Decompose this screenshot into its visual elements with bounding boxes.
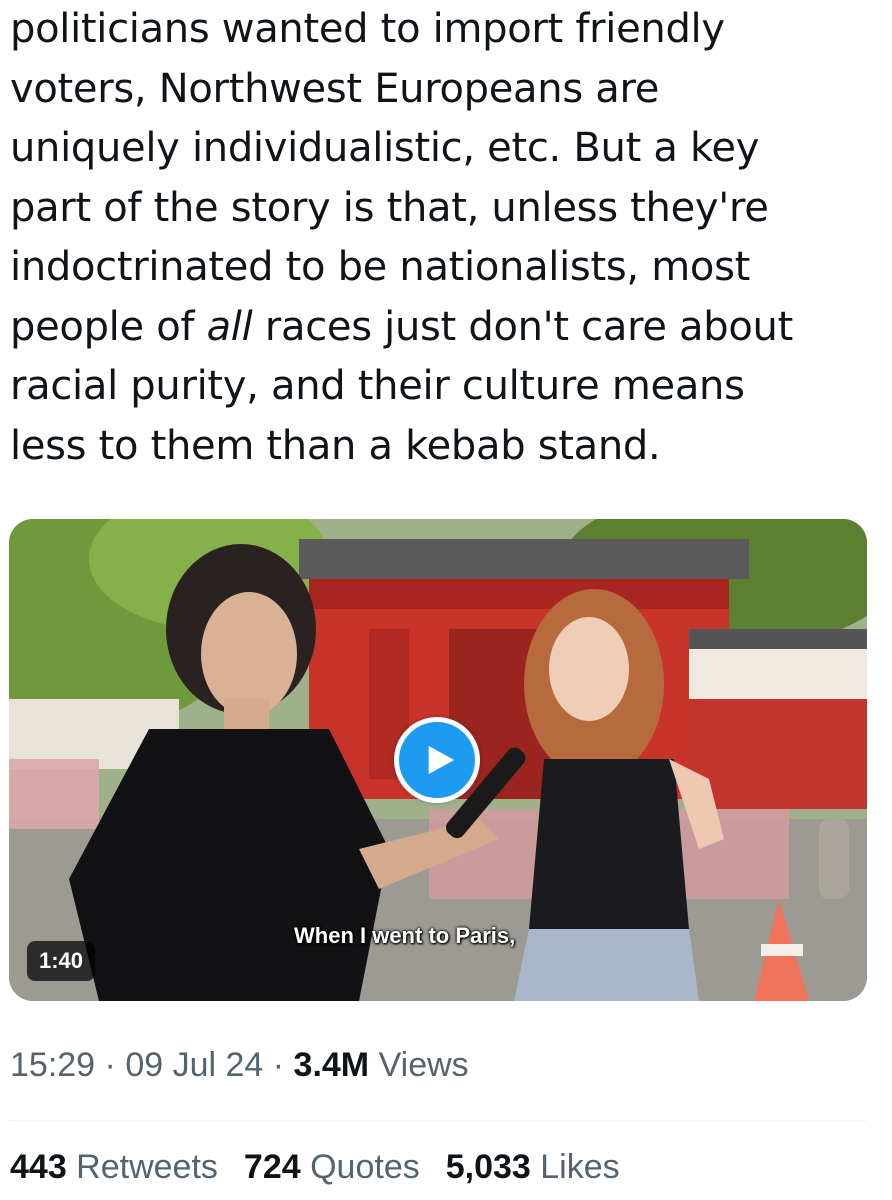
tweet-text-line: people of all races just don't care abou… [10, 298, 880, 358]
tweet-date[interactable]: 09 Jul 24 [125, 1046, 263, 1084]
play-button[interactable] [394, 717, 480, 803]
retweets-stat[interactable]: 443 Retweets [10, 1148, 218, 1187]
tweet-text-line: less to them than a kebab stand. [10, 422, 661, 469]
tweet-text-line: indoctrinated to be nationalists, most [10, 244, 750, 290]
views-label: Views [369, 1046, 469, 1084]
likes-label: Likes [530, 1148, 620, 1186]
tweet-text-segment: races just don't care about [252, 303, 793, 350]
quotes-label: Quotes [300, 1148, 420, 1186]
likes-stat[interactable]: 5,033 Likes [446, 1148, 620, 1187]
video-duration-badge: 1:40 [27, 941, 96, 981]
tweet-text-line: racial purity, and their culture means [10, 363, 745, 409]
play-icon [428, 745, 455, 775]
meta-separator: · [95, 1046, 126, 1084]
tweet-text-segment: people of [10, 303, 207, 350]
tweet-time[interactable]: 15:29 [10, 1046, 95, 1084]
retweets-label: Retweets [66, 1148, 218, 1186]
quotes-count: 724 [243, 1148, 301, 1186]
video-subtitle: When I went to Paris, [294, 923, 516, 948]
tweet-text-line: politicians wanted to import friendly [10, 6, 725, 52]
meta-separator: · [263, 1046, 294, 1084]
retweets-count: 443 [10, 1148, 67, 1186]
divider [10, 1120, 866, 1121]
tweet-text: politicians wanted to import friendly vo… [10, 0, 880, 476]
video-player[interactable]: When I went to Paris, 1:40 [9, 519, 867, 1001]
tweet-text-line: uniquely individualistic, etc. But a key [10, 125, 760, 171]
tweet-text-line: voters, Northwest Europeans are [10, 65, 660, 112]
tweet-text-italic: all [206, 303, 253, 350]
engagement-stats: 443 Retweets 724 Quotes 5,033 Likes [10, 1148, 646, 1187]
likes-count: 5,033 [445, 1148, 531, 1186]
views-count: 3.4M [293, 1046, 370, 1084]
tweet-text-line: part of the story is that, unless they'r… [10, 184, 769, 231]
quotes-stat[interactable]: 724 Quotes [244, 1148, 420, 1187]
tweet-meta: 15:29 · 09 Jul 24 · 3.4M Views [10, 1046, 469, 1085]
